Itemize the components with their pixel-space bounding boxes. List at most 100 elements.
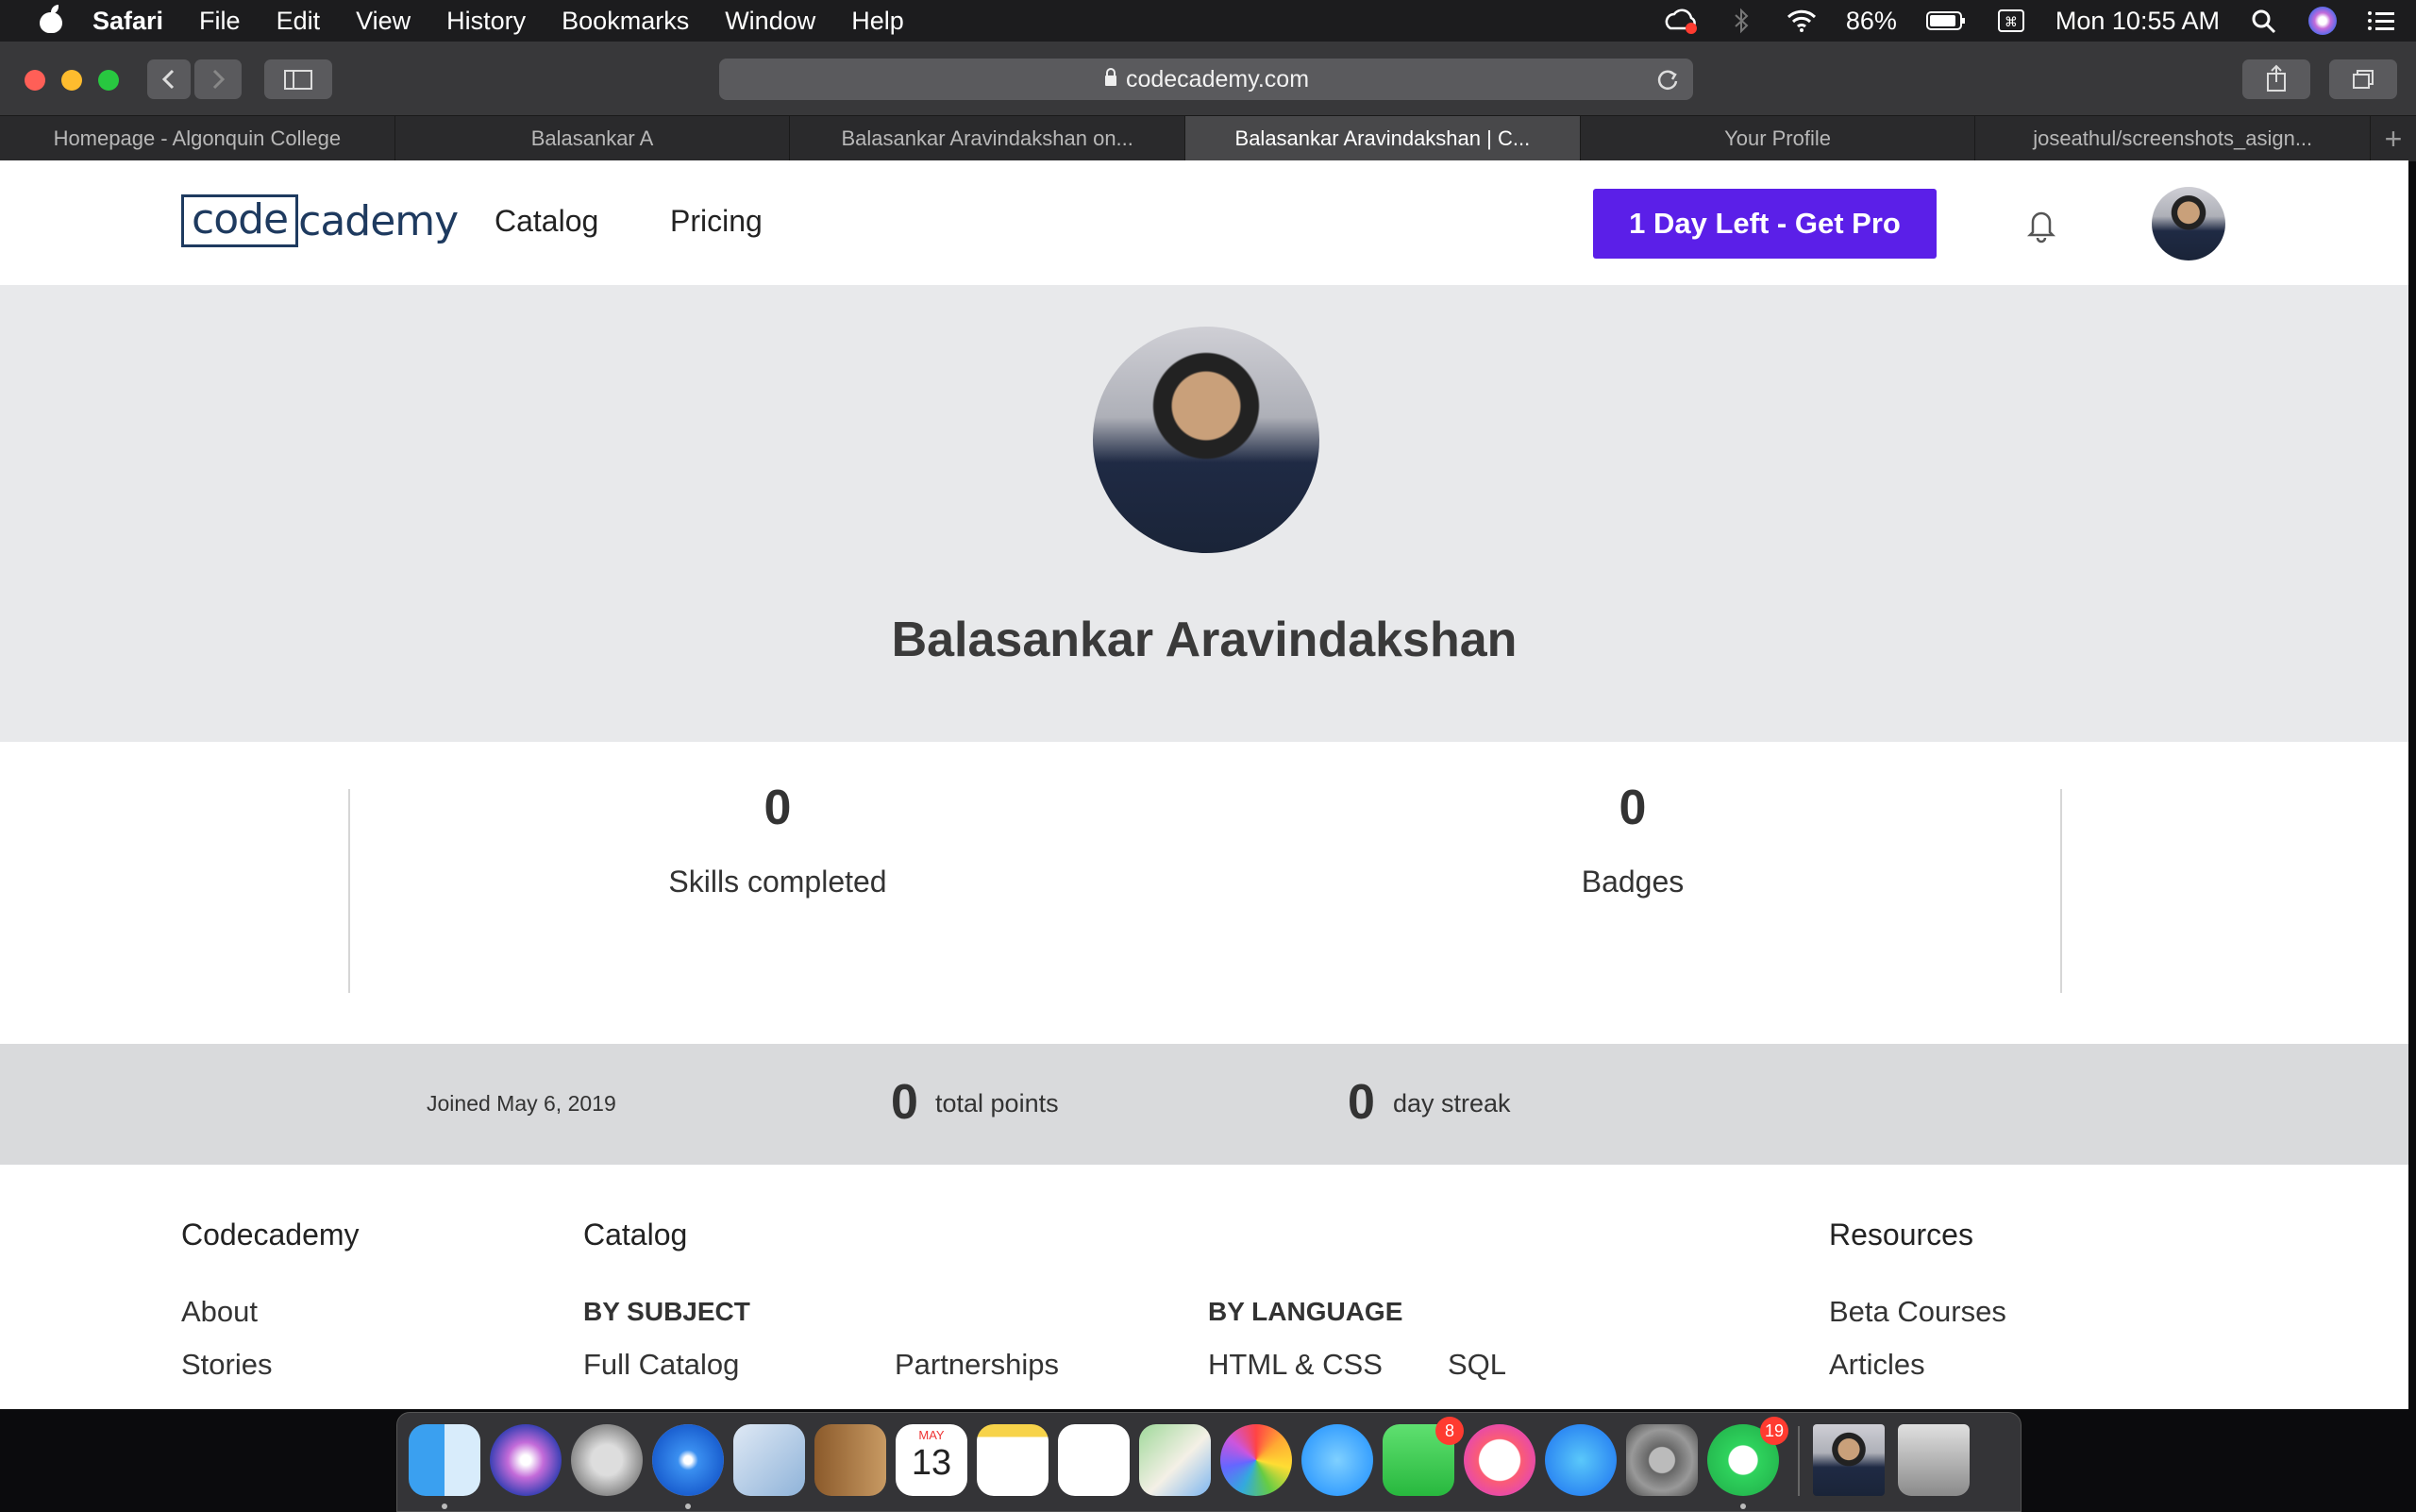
spotlight-search-icon[interactable] bbox=[2248, 8, 2280, 34]
trash-icon[interactable] bbox=[1898, 1424, 1970, 1496]
menu-file[interactable]: File bbox=[199, 7, 241, 36]
footer-html-css-link[interactable]: HTML & CSS bbox=[1208, 1348, 1383, 1382]
system-preferences-icon[interactable] bbox=[1626, 1424, 1698, 1496]
finder-icon[interactable] bbox=[409, 1424, 480, 1496]
footer-sql-link[interactable]: SQL bbox=[1448, 1348, 1506, 1382]
stats-divider-right bbox=[2060, 789, 2062, 993]
menu-edit[interactable]: Edit bbox=[277, 7, 321, 36]
codecademy-logo[interactable]: code cademy bbox=[181, 194, 459, 247]
site-footer: Codecademy About Stories Catalog BY SUBJ… bbox=[0, 1165, 2408, 1409]
footer-by-subject: BY SUBJECT bbox=[583, 1297, 750, 1326]
contacts-icon[interactable] bbox=[814, 1424, 886, 1496]
zoom-window-button[interactable] bbox=[98, 70, 119, 91]
nav-catalog-link[interactable]: Catalog bbox=[495, 204, 598, 239]
siri-icon[interactable] bbox=[2308, 7, 2337, 35]
battery-icon[interactable] bbox=[1925, 8, 1967, 34]
creative-cloud-icon[interactable] bbox=[1665, 8, 1697, 34]
safari-dock-icon[interactable] bbox=[652, 1424, 724, 1496]
siri-dock-icon[interactable] bbox=[490, 1424, 562, 1496]
sidebar-toggle-button[interactable] bbox=[264, 59, 332, 99]
apple-menu-icon[interactable] bbox=[38, 5, 64, 35]
badges-count: 0 bbox=[1619, 781, 1647, 835]
address-bar[interactable]: codecademy.com bbox=[719, 59, 1693, 100]
forward-button[interactable] bbox=[194, 59, 242, 99]
battery-percent: 86% bbox=[1845, 6, 1897, 35]
whatsapp-running-dot bbox=[1740, 1504, 1746, 1509]
tab-balasankar-on[interactable]: Balasankar Aravindakshan on... bbox=[790, 116, 1186, 161]
photos-icon[interactable] bbox=[1220, 1424, 1292, 1496]
notification-center-icon[interactable] bbox=[2365, 8, 2397, 34]
music-icon[interactable] bbox=[1464, 1424, 1535, 1496]
logo-code: code bbox=[181, 194, 299, 247]
profile-photo bbox=[1093, 327, 1319, 553]
tab-homepage-algonquin[interactable]: Homepage - Algonquin College bbox=[0, 116, 395, 161]
profile-hero: Balasankar Aravindakshan bbox=[0, 285, 2408, 742]
footer-by-language: BY LANGUAGE bbox=[1208, 1297, 1403, 1326]
notes-icon[interactable] bbox=[977, 1424, 1049, 1496]
footer-catalog-heading: Catalog bbox=[583, 1218, 688, 1252]
footer-beta-courses-link[interactable]: Beta Courses bbox=[1829, 1295, 2006, 1329]
calendar-month: MAY bbox=[918, 1428, 945, 1442]
menu-bookmarks[interactable]: Bookmarks bbox=[562, 7, 689, 36]
url-text: codecademy.com bbox=[1125, 65, 1310, 92]
menu-clock[interactable]: Mon 10:55 AM bbox=[2055, 7, 2220, 36]
skills-completed-count: 0 bbox=[763, 781, 792, 835]
minimize-window-button[interactable] bbox=[61, 70, 82, 91]
footer-about-link[interactable]: About bbox=[181, 1295, 258, 1329]
whatsapp-badge: 19 bbox=[1760, 1417, 1788, 1445]
menu-app-name[interactable]: Safari bbox=[92, 7, 163, 36]
tab-codecademy-profile[interactable]: Balasankar Aravindakshan | C... bbox=[1185, 116, 1581, 161]
tab-balasankar-a[interactable]: Balasankar A bbox=[395, 116, 791, 161]
back-button[interactable] bbox=[147, 59, 191, 99]
reminders-icon[interactable] bbox=[1058, 1424, 1130, 1496]
get-pro-button[interactable]: 1 Day Left - Get Pro bbox=[1593, 189, 1937, 259]
browser-toolbar: codecademy.com bbox=[0, 42, 2416, 115]
menu-view[interactable]: View bbox=[356, 7, 411, 36]
calendar-day: 13 bbox=[911, 1443, 952, 1483]
safari-running-dot bbox=[685, 1504, 691, 1509]
joined-date: Joined May 6, 2019 bbox=[427, 1091, 616, 1116]
new-tab-button[interactable]: + bbox=[2371, 116, 2416, 161]
total-points-count: 0 bbox=[891, 1075, 918, 1130]
launchpad-icon[interactable] bbox=[571, 1424, 643, 1496]
tab-bar: Homepage - Algonquin College Balasankar … bbox=[0, 115, 2416, 161]
stats-divider-left bbox=[348, 789, 350, 993]
wifi-icon[interactable] bbox=[1786, 8, 1818, 34]
keyboard-input-icon[interactable]: ⌘ bbox=[1995, 8, 2027, 34]
footer-full-catalog-link[interactable]: Full Catalog bbox=[583, 1348, 739, 1382]
footer-stories-link[interactable]: Stories bbox=[181, 1348, 272, 1382]
app-store-icon[interactable] bbox=[1545, 1424, 1617, 1496]
maps-icon[interactable] bbox=[1139, 1424, 1211, 1496]
close-window-button[interactable] bbox=[25, 70, 45, 91]
menu-history[interactable]: History bbox=[446, 7, 526, 36]
reload-icon[interactable] bbox=[1655, 67, 1680, 98]
footer-partnerships-link[interactable]: Partnerships bbox=[895, 1348, 1059, 1382]
site-header: code cademy Catalog Pricing 1 Day Left -… bbox=[0, 160, 2408, 286]
profile-meta-bar: Joined May 6, 2019 0 total points 0 day … bbox=[0, 1044, 2408, 1165]
svg-text:⌘: ⌘ bbox=[2005, 15, 2018, 30]
web-page: code cademy Catalog Pricing 1 Day Left -… bbox=[0, 160, 2408, 1409]
tab-your-profile[interactable]: Your Profile bbox=[1581, 116, 1976, 161]
footer-articles-link[interactable]: Articles bbox=[1829, 1348, 1925, 1382]
tab-overview-button[interactable] bbox=[2329, 59, 2397, 99]
messages-icon[interactable] bbox=[1301, 1424, 1373, 1496]
profile-stats: 0 Skills completed 0 Badges bbox=[0, 742, 2408, 1016]
day-streak-count: 0 bbox=[1348, 1075, 1375, 1130]
share-button[interactable] bbox=[2242, 59, 2310, 99]
bell-icon[interactable] bbox=[2023, 206, 2059, 248]
bluetooth-icon[interactable] bbox=[1725, 8, 1757, 34]
menu-help[interactable]: Help bbox=[851, 7, 904, 36]
dock-separator bbox=[1798, 1426, 1800, 1496]
menu-window[interactable]: Window bbox=[725, 7, 815, 36]
dock: MAY 13 8 19 bbox=[396, 1412, 2022, 1512]
logo-cademy: cademy bbox=[298, 196, 459, 245]
mail-icon[interactable] bbox=[733, 1424, 805, 1496]
user-avatar[interactable] bbox=[2152, 187, 2225, 260]
tab-github-screenshots[interactable]: joseathul/screenshots_asign... bbox=[1975, 116, 2372, 161]
photo-thumbnail-icon[interactable] bbox=[1813, 1424, 1885, 1496]
nav-pricing-link[interactable]: Pricing bbox=[670, 204, 763, 239]
calendar-icon[interactable]: MAY 13 bbox=[896, 1424, 967, 1496]
footer-codecademy-heading: Codecademy bbox=[181, 1218, 360, 1252]
finder-running-dot bbox=[442, 1504, 447, 1509]
total-points-label: total points bbox=[935, 1089, 1059, 1117]
